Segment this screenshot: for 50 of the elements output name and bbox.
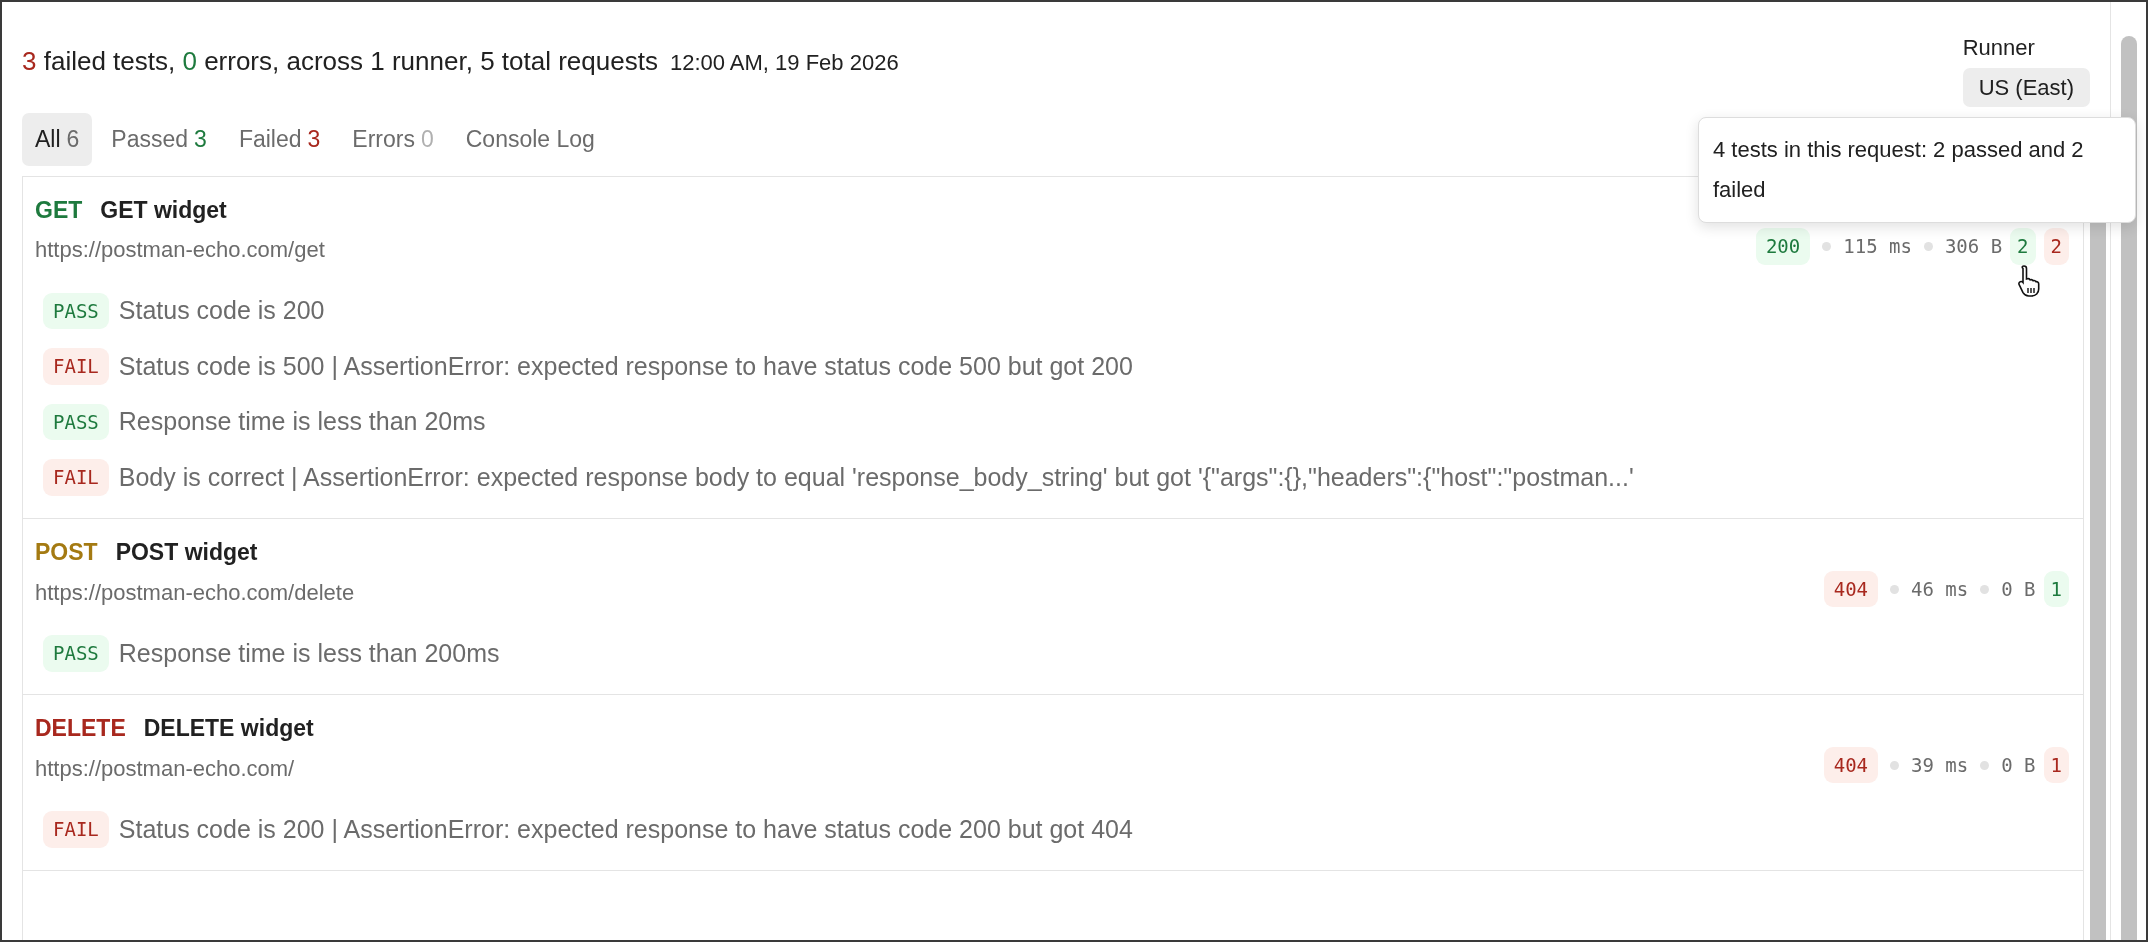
fail-badge: FAIL bbox=[43, 811, 109, 848]
test-result-text: Status code is 200 | AssertionError: expected response to have status code 200 but got 404 bbox=[118, 813, 1133, 845]
separator-dot bbox=[1822, 242, 1832, 251]
tab[interactable]: Console Log bbox=[452, 113, 608, 166]
test-result-text: Body is correct | AssertionError: expected response body to equal 'response_body_string' but got '{"args":{},"headers":{"host":"postman...' bbox=[118, 461, 1634, 493]
response-time: 46 ms bbox=[1911, 576, 1969, 602]
response-size: 306 B bbox=[1944, 234, 2003, 260]
fail-badge: FAIL bbox=[43, 459, 109, 496]
failed-count[interactable]: 1 bbox=[2043, 746, 2069, 784]
tab[interactable]: Failed 3 bbox=[225, 113, 334, 166]
failed-count[interactable]: 2 bbox=[2043, 228, 2069, 265]
status-code: 200 bbox=[1755, 228, 1811, 265]
summary-text: 3 failed tests, 0 errors, across 1 runner, 5 total requests bbox=[22, 45, 658, 78]
response-size: 0 B bbox=[2001, 752, 2036, 778]
test-result-text: Status code is 500 | AssertionError: expected response to have status code 500 but got 200 bbox=[118, 350, 1133, 382]
runner-tag: US (East) bbox=[1962, 68, 2090, 107]
request-url: https://postman-echo.com/delete bbox=[35, 578, 355, 607]
tooltip: 4 tests in this request: 2 passed and 2 failed bbox=[1698, 117, 2136, 223]
request-name[interactable]: DELETE widget bbox=[143, 711, 314, 746]
request-name[interactable]: GET widget bbox=[100, 192, 227, 227]
test-result-text: Response time is less than 200ms bbox=[118, 637, 500, 669]
response-time: 115 ms bbox=[1843, 234, 1912, 260]
test-result-text: Status code is 200 bbox=[118, 295, 325, 326]
tab[interactable]: Errors 0 bbox=[339, 113, 447, 166]
response-time: 39 ms bbox=[1911, 752, 1969, 778]
separator-dot bbox=[1980, 760, 1990, 770]
separator-dot bbox=[1890, 584, 1899, 594]
runner-label: Runner bbox=[1962, 34, 2036, 62]
request-url: https://postman-echo.com/get bbox=[35, 236, 325, 264]
method-label: GET bbox=[35, 195, 83, 225]
timestamp: 12:00 AM, 19 Feb 2026 bbox=[669, 49, 899, 77]
pass-badge: PASS bbox=[43, 635, 109, 672]
request-name[interactable]: POST widget bbox=[115, 535, 258, 570]
method-label: DELETE bbox=[35, 714, 126, 743]
method-label: POST bbox=[35, 538, 98, 567]
status-code: 404 bbox=[1823, 570, 1878, 608]
separator-dot bbox=[1980, 584, 1990, 594]
test-result-text: Response time is less than 20ms bbox=[118, 406, 486, 437]
pass-badge: PASS bbox=[43, 403, 109, 440]
separator-dot bbox=[1923, 242, 1933, 251]
request-url: https://postman-echo.com/ bbox=[35, 754, 295, 783]
separator-dot bbox=[1890, 760, 1899, 770]
passed-count[interactable]: 2 bbox=[2010, 228, 2036, 265]
response-size: 0 B bbox=[2001, 576, 2036, 602]
tab[interactable]: Passed 3 bbox=[98, 113, 220, 166]
pass-badge: PASS bbox=[43, 292, 109, 329]
status-code: 404 bbox=[1823, 746, 1878, 784]
tab[interactable]: All 6 bbox=[22, 113, 93, 166]
fail-badge: FAIL bbox=[43, 348, 109, 385]
passed-count[interactable]: 1 bbox=[2043, 570, 2069, 608]
